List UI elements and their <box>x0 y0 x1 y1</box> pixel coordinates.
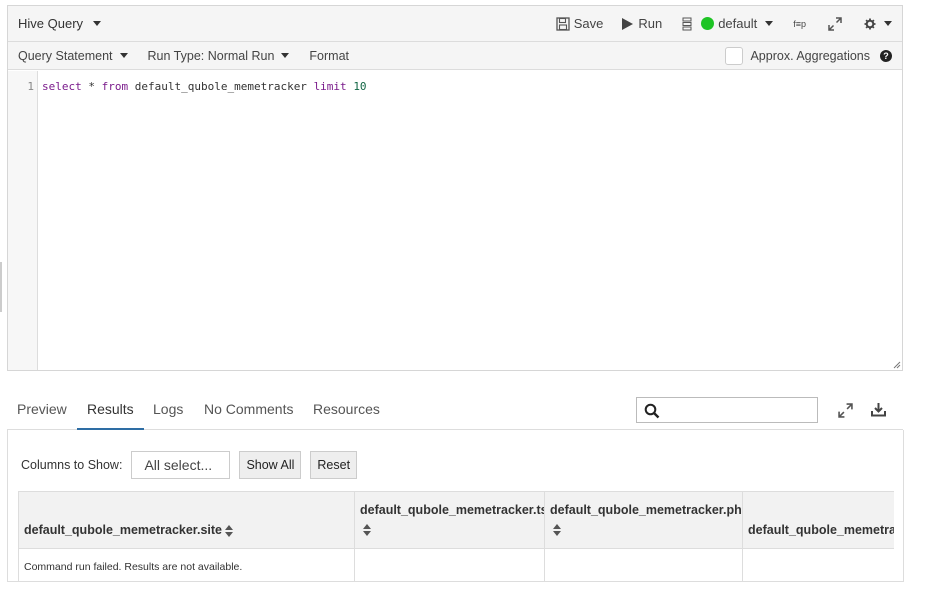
show-all-button[interactable]: Show All <box>239 451 302 479</box>
results-search-input[interactable] <box>665 400 817 422</box>
sort-icon[interactable] <box>225 524 234 537</box>
format-link[interactable]: Format <box>309 49 349 63</box>
column-header-label: default_qubole_memetracker.url <box>748 523 894 537</box>
token-table-name: default_qubole_memetracker <box>128 80 314 93</box>
resize-grip-icon[interactable] <box>893 361 901 369</box>
chevron-down-icon <box>93 21 102 26</box>
table-cell <box>544 549 743 581</box>
columns-to-show-label: Columns to Show: <box>21 458 123 472</box>
keyword-from: from <box>101 80 129 93</box>
chevron-down-icon <box>765 21 774 26</box>
token-number: 10 <box>353 80 367 93</box>
query-type-label: Hive Query <box>18 16 84 31</box>
token-star: * <box>81 80 102 93</box>
play-icon <box>621 17 634 31</box>
reset-button[interactable]: Reset <box>310 451 358 479</box>
tab-results[interactable]: Results <box>77 401 144 430</box>
chevron-down-icon <box>281 53 290 58</box>
tab-logs[interactable]: Logs <box>153 401 183 430</box>
run-type-label: Run Type: Normal Run <box>147 48 275 63</box>
column-header-phr[interactable]: default_qubole_memetracker.phr <box>544 491 743 549</box>
table-cell <box>354 549 545 581</box>
column-header-ts[interactable]: default_qubole_memetracker.ts <box>354 491 545 549</box>
table-cell: Command run failed. Results are not avai… <box>18 549 355 581</box>
settings-dropdown[interactable] <box>864 18 892 30</box>
column-header-label: default_qubole_memetracker.site <box>24 523 222 537</box>
format-query-button[interactable]: f≡p <box>793 19 806 29</box>
expand-icon <box>828 16 842 31</box>
query-options-bar: Query Statement Run Type: Normal Run For… <box>8 42 902 70</box>
download-icon <box>871 403 886 417</box>
code-editor[interactable]: 1 select * from default_qubole_memetrack… <box>8 71 902 370</box>
left-edge-handle <box>0 262 2 312</box>
keyword-limit: limit <box>313 80 347 93</box>
table-cell <box>742 549 894 581</box>
floppy-disk-icon <box>556 16 570 31</box>
columns-select[interactable]: All select... <box>131 451 231 479</box>
run-button[interactable]: Run <box>621 16 662 31</box>
error-message: Command run failed. Results are not avai… <box>24 561 243 573</box>
gear-icon <box>864 18 876 30</box>
save-button[interactable]: Save <box>556 16 604 31</box>
tab-resources[interactable]: Resources <box>313 401 380 430</box>
search-icon <box>644 403 660 419</box>
server-icon <box>682 17 693 31</box>
sort-icon[interactable] <box>553 524 561 536</box>
column-header-label: default_qubole_memetracker.ts <box>360 503 545 517</box>
results-panel: Columns to Show: All select... Show All … <box>7 430 904 582</box>
sort-icon[interactable] <box>363 524 371 536</box>
query-editor-panel: Hive Query Save Run default f≡p Query St… <box>7 5 903 371</box>
approx-aggregations-checkbox[interactable] <box>725 46 744 65</box>
cluster-status-indicator <box>701 17 715 30</box>
code-line[interactable]: select * from default_qubole_memetracker… <box>38 71 902 370</box>
column-header-url[interactable]: default_qubole_memetracker.url <box>742 491 894 549</box>
columns-filter-row: Columns to Show: All select... Show All … <box>21 451 358 479</box>
save-label: Save <box>573 16 604 31</box>
results-search-box <box>636 397 818 423</box>
column-header-site[interactable]: default_qubole_memetracker.site <box>18 491 355 549</box>
results-table: default_qubole_memetracker.site default_… <box>18 491 894 581</box>
expand-results-button[interactable] <box>838 403 853 421</box>
expand-icon <box>838 403 853 418</box>
chevron-down-icon <box>119 53 128 58</box>
cluster-selector[interactable]: default <box>682 16 774 31</box>
run-type-dropdown[interactable]: Run Type: Normal Run <box>148 49 290 63</box>
expand-editor-button[interactable] <box>828 16 842 31</box>
run-label: Run <box>638 16 663 31</box>
query-statement-label: Query Statement <box>18 48 113 63</box>
line-number-gutter: 1 <box>8 71 38 370</box>
help-icon[interactable]: ? <box>880 49 892 62</box>
format-code-icon: f≡p <box>793 18 806 29</box>
approx-aggregations-label: Approx. Aggregations <box>750 48 870 63</box>
keyword-select: select <box>42 80 82 93</box>
tab-comments[interactable]: No Comments <box>204 401 293 430</box>
columns-select-value: All select... <box>144 457 213 473</box>
query-toolbar: Hive Query Save Run default f≡p <box>8 6 902 42</box>
column-header-label: default_qubole_memetracker.phr <box>550 503 743 517</box>
format-label: Format <box>309 48 350 63</box>
line-number: 1 <box>27 80 34 93</box>
query-statement-dropdown[interactable]: Query Statement <box>18 49 128 63</box>
cluster-label: default <box>718 16 758 31</box>
tab-preview[interactable]: Preview <box>17 401 67 430</box>
chevron-down-icon <box>884 21 892 26</box>
download-results-button[interactable] <box>871 402 886 420</box>
query-type-dropdown[interactable]: Hive Query <box>18 16 102 31</box>
